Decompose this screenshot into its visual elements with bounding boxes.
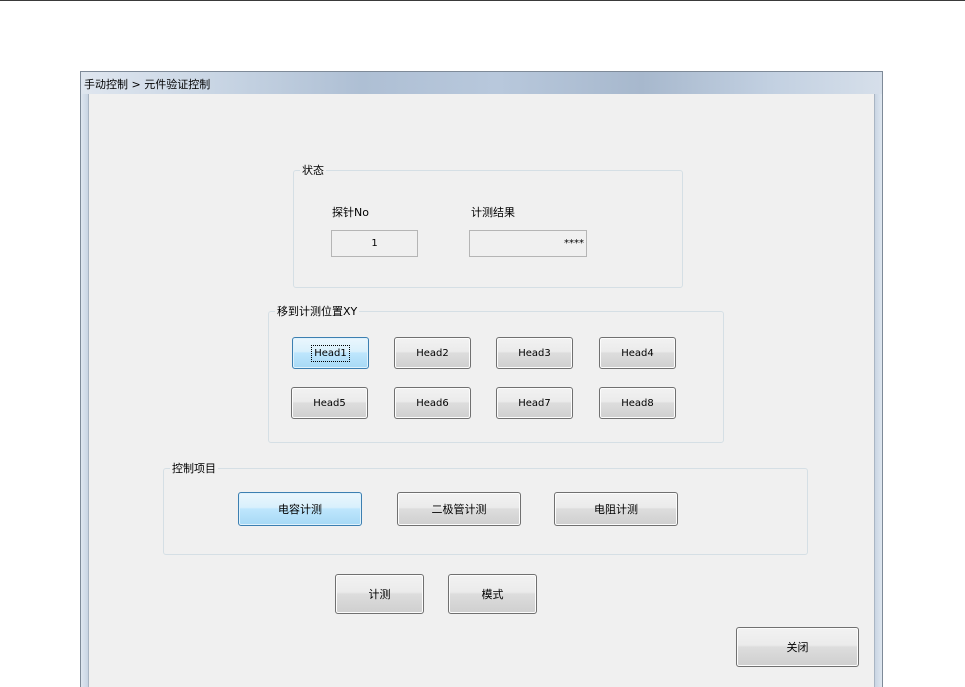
diode-measure-button[interactable]: 二极管计测 — [397, 492, 521, 526]
measure-button-label: 计测 — [368, 588, 391, 601]
head4-button[interactable]: Head4 — [599, 337, 676, 369]
window-frame-right — [875, 94, 882, 687]
status-group-label: 状态 — [300, 162, 326, 178]
head1-button-label: Head1 — [311, 344, 350, 362]
window-client-area: 状态 探针No 计测结果 1 **** 移到计测位置XY Head1 Head2… — [88, 94, 875, 687]
close-button-label: 关闭 — [786, 641, 809, 654]
probe-no-label: 探针No — [332, 206, 369, 219]
measure-result-label: 计测结果 — [471, 206, 515, 219]
head1-button[interactable]: Head1 — [292, 337, 369, 369]
head5-button-label: Head5 — [313, 397, 346, 409]
head3-button[interactable]: Head3 — [496, 337, 573, 369]
control-items-group: 控制项目 电容计测 二极管计测 电阻计测 — [163, 460, 808, 555]
head7-button[interactable]: Head7 — [496, 387, 573, 419]
component-verification-window: 手动控制 > 元件验证控制 状态 探针No 计测结果 1 **** 移到计测位置… — [80, 71, 883, 687]
control-items-group-label: 控制项目 — [170, 460, 218, 476]
window-titlebar[interactable]: 手动控制 > 元件验证控制 — [81, 72, 882, 94]
window-title: 手动控制 > 元件验证控制 — [84, 78, 211, 91]
head8-button[interactable]: Head8 — [599, 387, 676, 419]
window-frame-left — [81, 94, 88, 687]
measure-result-field: **** — [469, 230, 587, 257]
resistance-measure-label: 电阻计测 — [594, 503, 638, 516]
head3-button-label: Head3 — [518, 347, 551, 359]
head2-button[interactable]: Head2 — [394, 337, 471, 369]
top-divider-line — [0, 0, 965, 1]
status-group: 状态 探针No 计测结果 1 **** — [293, 162, 683, 288]
diode-measure-label: 二极管计测 — [431, 503, 487, 516]
head5-button[interactable]: Head5 — [291, 387, 368, 419]
move-position-group-label: 移到计测位置XY — [275, 303, 360, 319]
mode-button-label: 模式 — [481, 588, 504, 601]
capacitance-measure-button[interactable]: 电容计测 — [238, 492, 362, 526]
measure-button[interactable]: 计测 — [335, 574, 424, 614]
head6-button[interactable]: Head6 — [394, 387, 471, 419]
head8-button-label: Head8 — [621, 397, 654, 409]
head7-button-label: Head7 — [518, 397, 551, 409]
head6-button-label: Head6 — [416, 397, 449, 409]
mode-button[interactable]: 模式 — [448, 574, 537, 614]
close-button[interactable]: 关闭 — [736, 627, 859, 667]
head4-button-label: Head4 — [621, 347, 654, 359]
move-position-group: 移到计测位置XY Head1 Head2 Head3 Head4 Head5 H… — [268, 303, 724, 443]
head2-button-label: Head2 — [416, 347, 449, 359]
resistance-measure-button[interactable]: 电阻计测 — [554, 492, 678, 526]
probe-no-field: 1 — [331, 230, 418, 257]
capacitance-measure-label: 电容计测 — [278, 503, 322, 516]
